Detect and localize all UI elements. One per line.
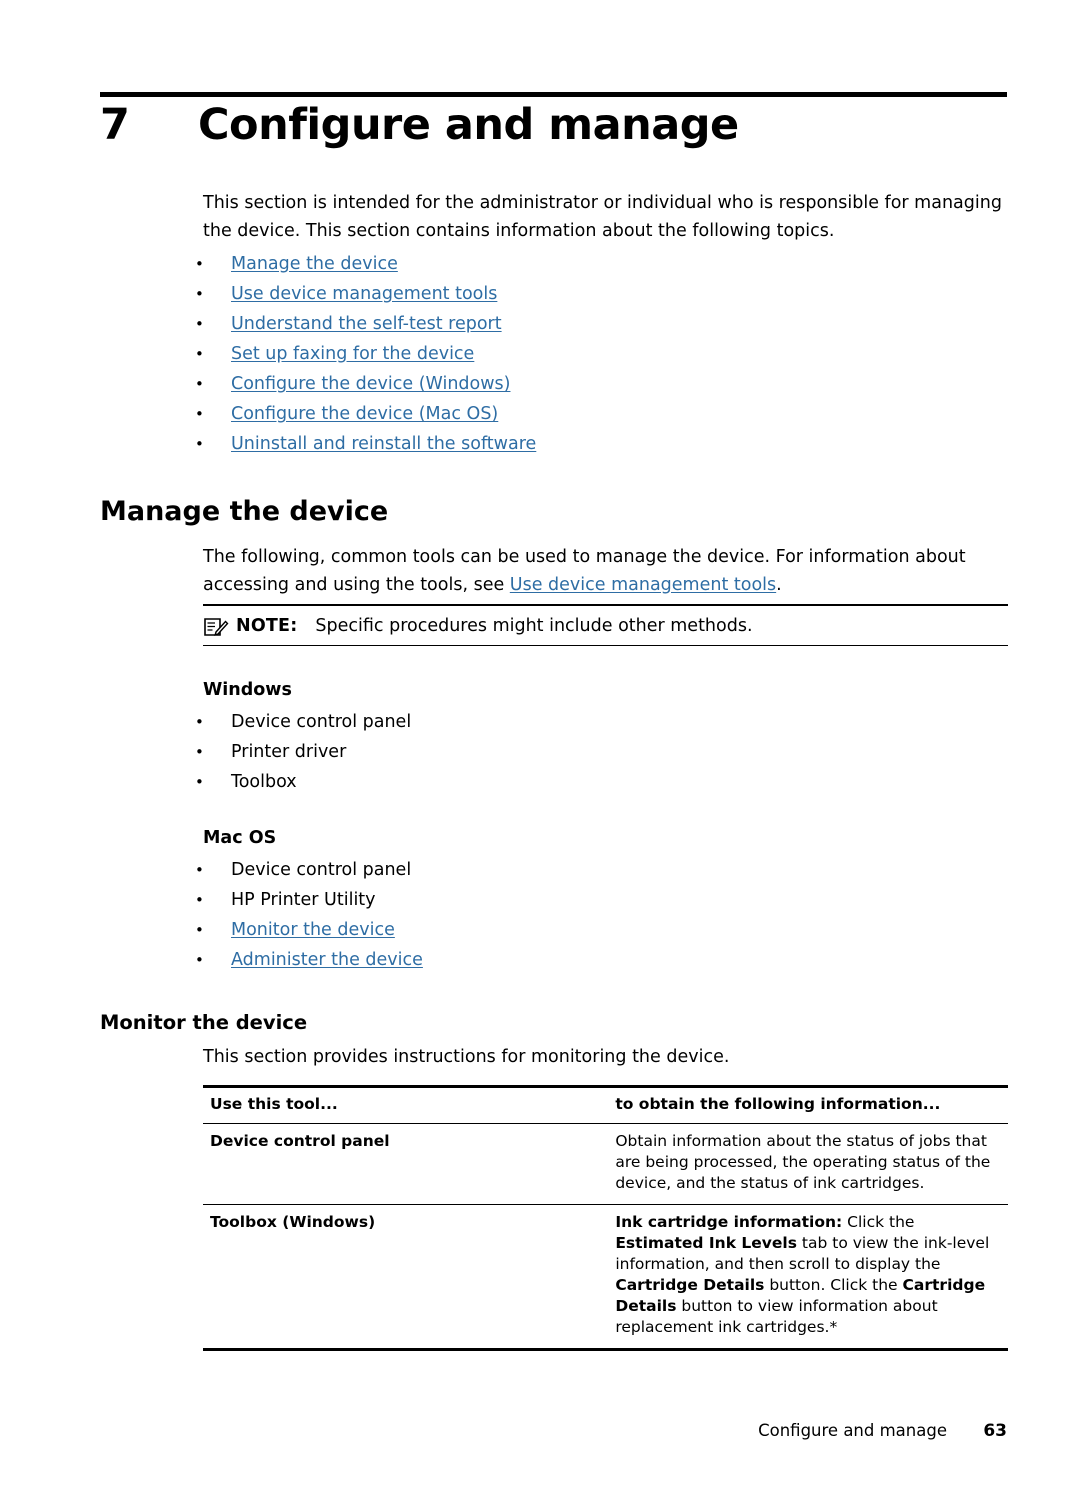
table-cell-tool-toolbox-windows: Toolbox (Windows) [203, 1204, 609, 1351]
toc-link-set-up-faxing-for-the-device[interactable]: Set up faxing for the device [231, 344, 474, 364]
list-item: Toolbox [190, 767, 995, 797]
list-item: Set up faxing for the device [190, 339, 995, 369]
toc-link-manage-the-device[interactable]: Manage the device [231, 254, 398, 274]
note-text: Specific procedures might include other … [315, 615, 753, 636]
list-item: Administer the device [190, 945, 995, 975]
manage-intro-paragraph: The following, common tools can be used … [203, 543, 1008, 599]
link-administer-the-device[interactable]: Administer the device [231, 950, 423, 970]
note-body: NOTE: Specific procedures might include … [203, 606, 1008, 645]
subsection-heading-monitor-the-device: Monitor the device [100, 1011, 308, 1034]
table-header-information: to obtain the following information... [608, 1085, 1008, 1124]
subheading-windows: Windows [203, 680, 292, 700]
link-monitor-the-device[interactable]: Monitor the device [231, 920, 395, 940]
list-item: Use device management tools [190, 279, 995, 309]
chapter-title: Configure and manage [198, 100, 739, 150]
body-text: Click the [842, 1213, 915, 1231]
table-header-row: Use this tool... to obtain the following… [203, 1085, 1008, 1124]
list-item: Configure the device (Windows) [190, 369, 995, 399]
list-item: Configure the device (Mac OS) [190, 399, 995, 429]
emphasis-text: Estimated Ink Levels [615, 1234, 797, 1252]
table-row: Toolbox (Windows) Ink cartridge informat… [203, 1204, 1008, 1351]
emphasis-text: Cartridge Details [615, 1276, 765, 1294]
toc-link-use-device-management-tools[interactable]: Use device management tools [231, 284, 497, 304]
table-row: Device control panel Obtain information … [203, 1123, 1008, 1205]
chapter-number: 7 [100, 100, 130, 150]
macos-tools-list: Device control panel HP Printer Utility … [190, 855, 995, 975]
list-item: Printer driver [190, 737, 995, 767]
list-item: HP Printer Utility [190, 885, 995, 915]
note-bottom-rule [203, 644, 1008, 646]
document-page: 7 Configure and manage This section is i… [0, 0, 1080, 1495]
footer-page-number: 63 [983, 1421, 1007, 1441]
toc-link-understand-the-self-test-report[interactable]: Understand the self-test report [231, 314, 502, 334]
list-item: Understand the self-test report [190, 309, 995, 339]
list-item: Uninstall and reinstall the software [190, 429, 995, 459]
intro-paragraph: This section is intended for the adminis… [203, 193, 1002, 241]
link-use-device-management-tools[interactable]: Use device management tools [510, 575, 776, 595]
section-heading-manage-the-device: Manage the device [100, 496, 389, 527]
chapter-header: 7 Configure and manage [100, 100, 1007, 150]
toc-link-configure-the-device-mac-os[interactable]: Configure the device (Mac OS) [231, 404, 498, 424]
note-pencil-icon [203, 616, 229, 638]
toc-link-uninstall-and-reinstall-the-software[interactable]: Uninstall and reinstall the software [231, 434, 536, 454]
emphasis-text: Ink cartridge information: [615, 1213, 843, 1231]
table-cell-tool-device-control-panel: Device control panel [203, 1123, 609, 1205]
toc-link-configure-the-device-windows[interactable]: Configure the device (Windows) [231, 374, 510, 394]
table-header-use-this-tool: Use this tool... [203, 1085, 609, 1124]
chapter-toc-list: Manage the device Use device management … [190, 249, 995, 459]
manage-paragraph-text-after: . [776, 575, 782, 595]
subheading-mac-os: Mac OS [203, 828, 277, 848]
page-footer: Configure and manage 63 [100, 1421, 1007, 1441]
list-item: Monitor the device [190, 915, 995, 945]
table-cell-info-toolbox-windows: Ink cartridge information: Click the Est… [608, 1204, 1008, 1351]
note-box: NOTE: Specific procedures might include … [203, 604, 1008, 646]
list-item: Device control panel [190, 855, 995, 885]
body-text: button. Click the [764, 1276, 903, 1294]
list-item: Device control panel [190, 707, 995, 737]
monitor-paragraph: This section provides instructions for m… [203, 1047, 730, 1067]
monitor-tools-table: Use this tool... to obtain the following… [203, 1085, 1008, 1351]
list-item: Manage the device [190, 249, 995, 279]
table-cell-info-device-control-panel: Obtain information about the status of j… [608, 1123, 1008, 1205]
note-label: NOTE: [236, 615, 298, 636]
chapter-top-rule [100, 92, 1007, 97]
windows-tools-list: Device control panel Printer driver Tool… [190, 707, 995, 797]
footer-chapter-label: Configure and manage [758, 1421, 947, 1440]
